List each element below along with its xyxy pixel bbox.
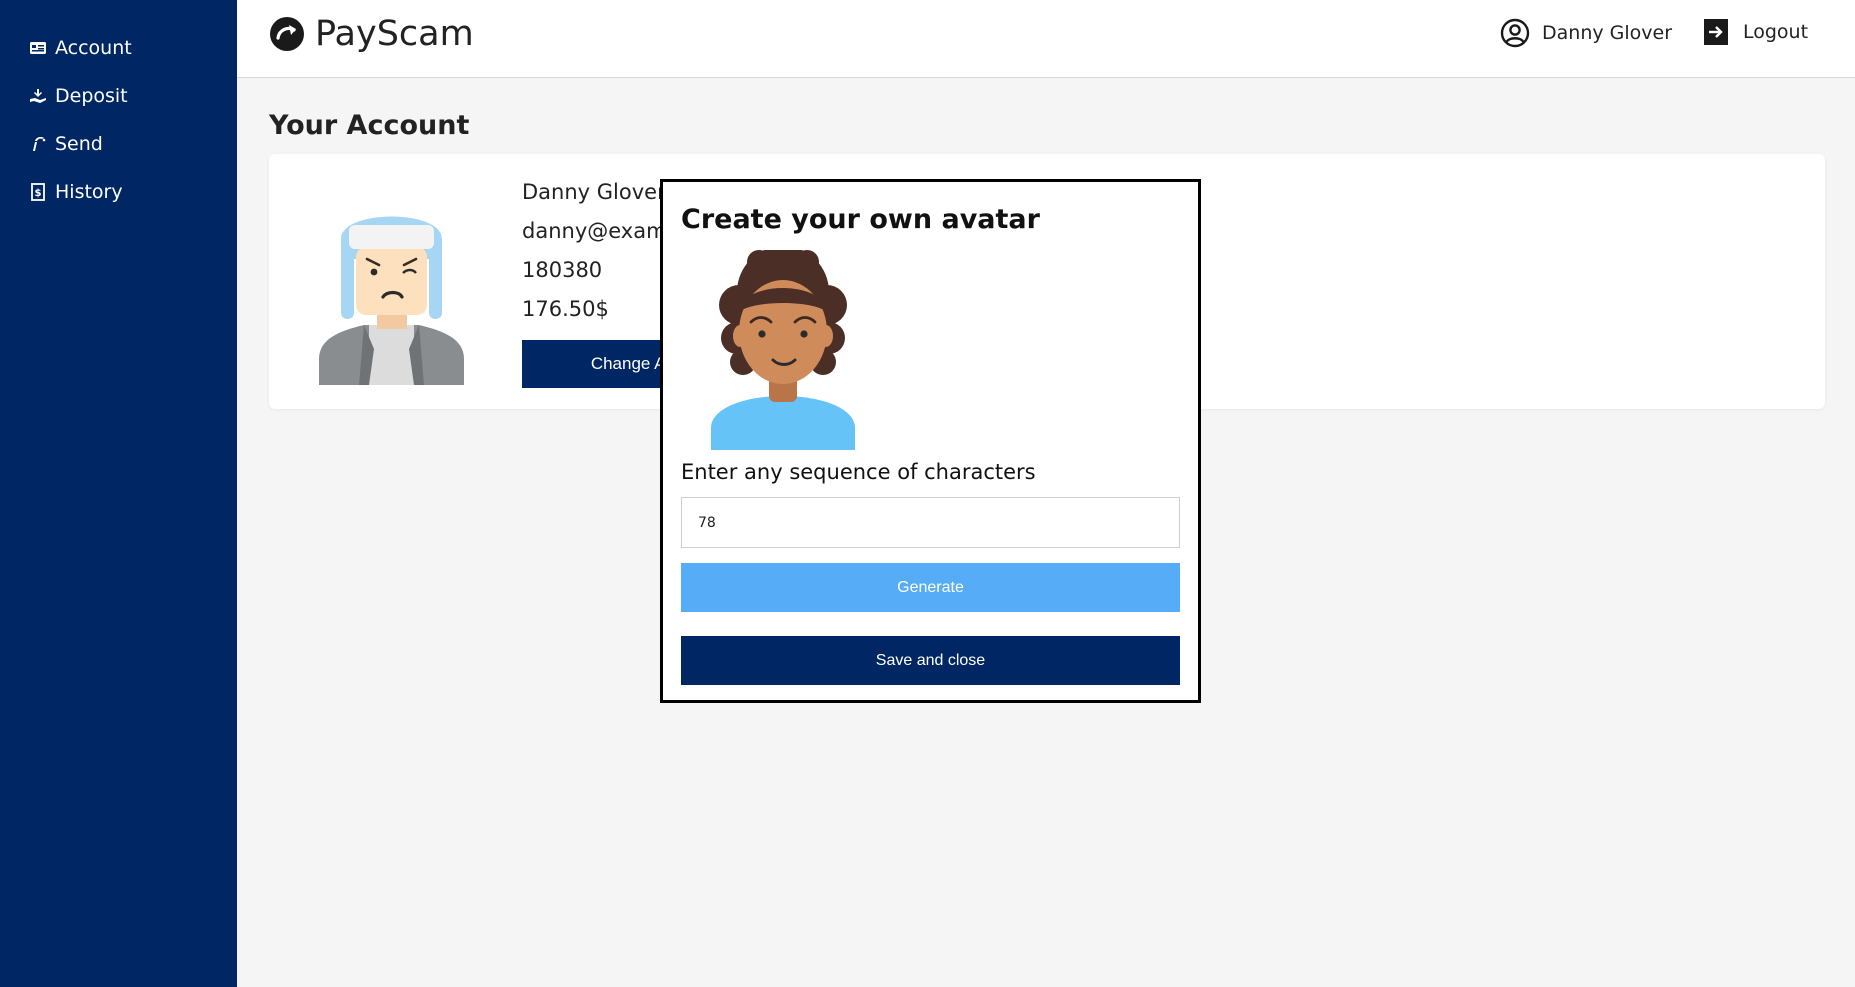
sidebar-item-label: Send: [55, 133, 103, 155]
account-name: Danny Glover: [522, 180, 666, 204]
logout-icon: [1704, 19, 1728, 45]
user-menu[interactable]: Danny Glover: [1500, 18, 1672, 48]
sequence-label: Enter any sequence of characters: [681, 460, 1036, 484]
sidebar-item-send[interactable]: Send: [0, 120, 237, 168]
logout-label: Logout: [1743, 21, 1809, 43]
receipt-icon: $: [29, 183, 47, 201]
modal-title: Create your own avatar: [681, 204, 1040, 235]
user-name: Danny Glover: [1542, 22, 1673, 44]
sidebar-item-history[interactable]: $ History: [0, 168, 237, 216]
logout-button[interactable]: Logout: [1703, 18, 1808, 46]
sequence-input[interactable]: [681, 497, 1180, 548]
save-and-close-button[interactable]: Save and close: [681, 636, 1180, 685]
page-title: Your Account: [269, 110, 470, 141]
send-icon: [29, 135, 47, 153]
id-card-icon: [29, 39, 47, 57]
brand-logo-icon: [270, 17, 304, 51]
avatar-modal: Create your own avatar Enter any sequenc…: [660, 179, 1201, 703]
sidebar-item-label: Account: [55, 37, 132, 59]
generate-button[interactable]: Generate: [681, 563, 1180, 612]
user-circle-icon: [1500, 18, 1530, 48]
account-number: 180380: [522, 258, 603, 282]
current-avatar: [319, 216, 464, 385]
deposit-hand-icon: [29, 87, 47, 105]
generated-avatar: [711, 250, 855, 450]
sidebar-item-label: Deposit: [55, 85, 128, 107]
brand[interactable]: PayScam: [269, 14, 474, 54]
sidebar-item-account[interactable]: Account: [0, 24, 237, 72]
svg-text:$: $: [35, 188, 42, 199]
sidebar-item-deposit[interactable]: Deposit: [0, 72, 237, 120]
sidebar-item-label: History: [55, 181, 123, 203]
brand-name: PayScam: [315, 14, 474, 54]
top-header: PayScam Danny Glover Logout: [237, 0, 1855, 78]
account-email: danny@exam: [522, 219, 667, 243]
sidebar: Account Deposit Send $ History: [0, 0, 237, 987]
account-balance: 176.50$: [522, 297, 609, 321]
